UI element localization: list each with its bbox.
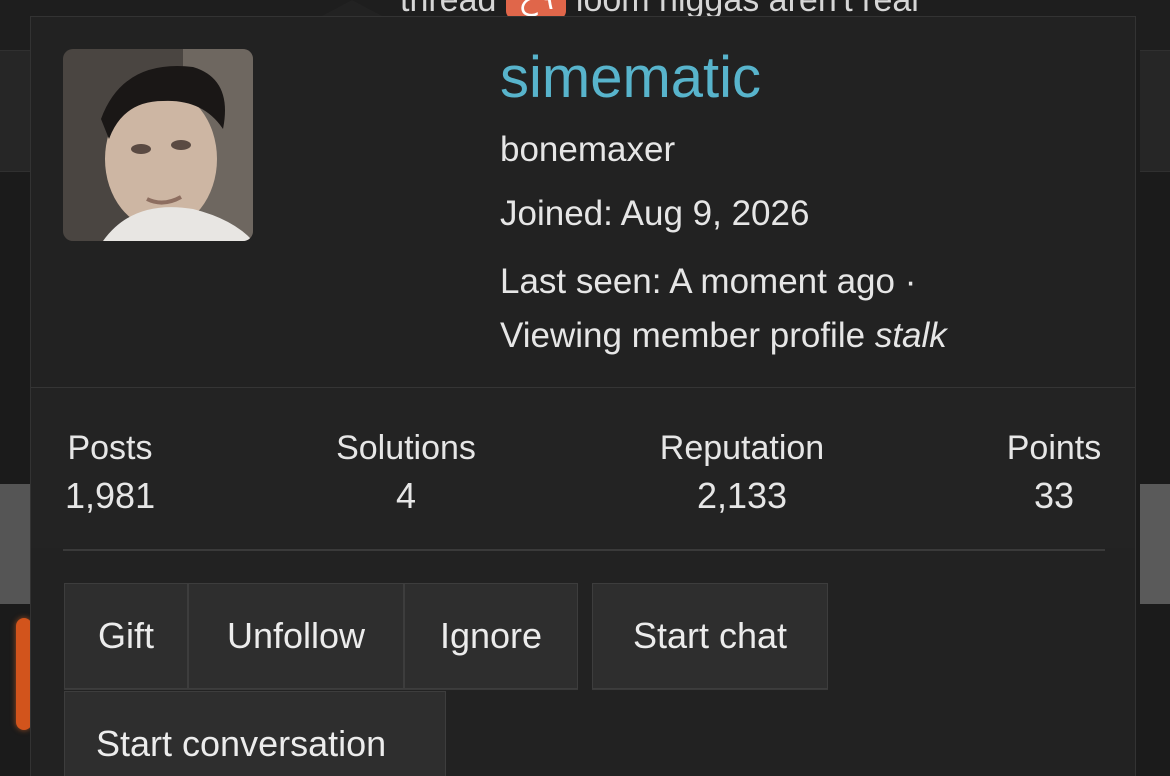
unfollow-button[interactable]: Unfollow bbox=[188, 583, 404, 689]
stat-label: Points bbox=[1006, 429, 1102, 467]
stat-value: 2,133 bbox=[696, 475, 788, 516]
stat-value: 4 bbox=[395, 475, 417, 516]
stat-reputation[interactable]: Reputation 2,133 bbox=[651, 426, 833, 522]
start-chat-button[interactable]: Start chat bbox=[592, 583, 828, 689]
stat-points[interactable]: Points 33 bbox=[1001, 426, 1107, 522]
current-activity-text: Viewing member profile bbox=[500, 316, 875, 355]
joined-date: Joined: Aug 9, 2026 bbox=[500, 194, 810, 233]
background-panel-right-gray bbox=[1140, 484, 1170, 604]
background-panel-right bbox=[1140, 50, 1170, 172]
stat-posts[interactable]: Posts 1,981 bbox=[65, 426, 155, 522]
current-activity-target: stalk bbox=[874, 316, 947, 355]
gift-button[interactable]: Gift bbox=[64, 583, 188, 689]
avatar-portrait-icon bbox=[63, 49, 253, 241]
username-link[interactable]: simematic bbox=[500, 43, 761, 113]
stat-label: Posts bbox=[67, 429, 153, 467]
stat-label: Reputation bbox=[659, 429, 825, 467]
start-conversation-button[interactable]: Start conversation bbox=[64, 691, 446, 776]
member-header: simematic bonemaxer Joined: Aug 9, 2026 … bbox=[31, 17, 1135, 387]
member-stats: Posts 1,981 Solutions 4 Reputation 2,133… bbox=[31, 388, 1135, 548]
last-seen-text: Last seen: A moment ago · bbox=[500, 262, 917, 301]
avatar[interactable] bbox=[63, 49, 253, 241]
stat-solutions[interactable]: Solutions 4 bbox=[331, 426, 481, 522]
stat-label: Solutions bbox=[336, 429, 476, 467]
last-seen-status: Last seen: A moment ago · Viewing member… bbox=[500, 255, 1120, 363]
member-tooltip-card: simematic bonemaxer Joined: Aug 9, 2026 … bbox=[30, 16, 1136, 776]
stats-divider bbox=[63, 549, 1105, 551]
user-title: bonemaxer bbox=[500, 130, 676, 169]
stat-value: 1,981 bbox=[65, 475, 156, 516]
page: thread ٩ځ loom niggas aren't real simema… bbox=[0, 0, 1170, 776]
background-panel-left bbox=[0, 50, 30, 172]
stat-value: 33 bbox=[1033, 475, 1075, 516]
background-panel-left-gray bbox=[0, 484, 30, 604]
ignore-button[interactable]: Ignore bbox=[404, 583, 578, 689]
